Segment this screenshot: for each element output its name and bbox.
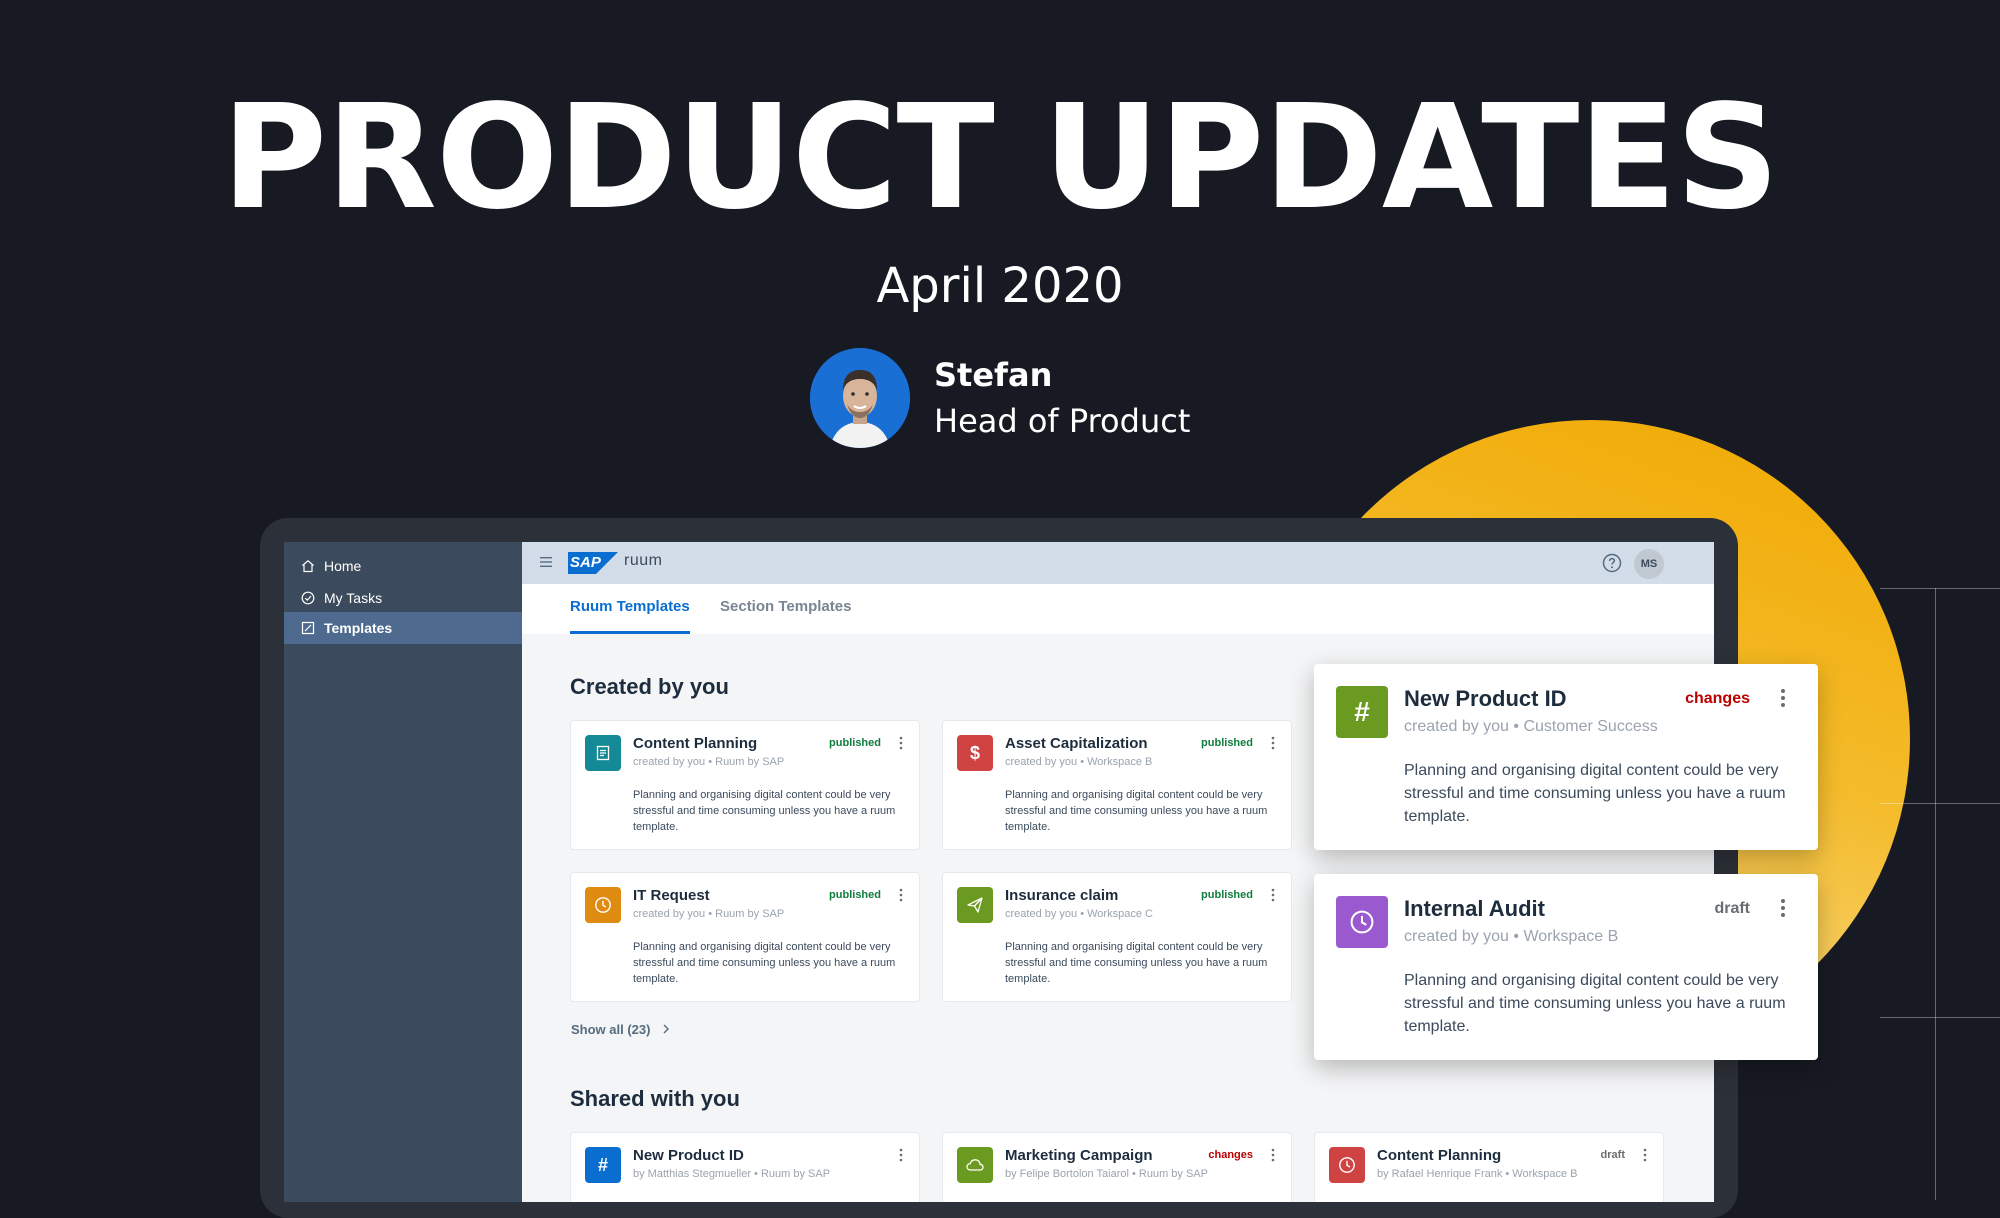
- card-title: Content Planning: [633, 735, 758, 752]
- card-description: Planning and organising digital content …: [1404, 762, 1786, 825]
- status-badge: published: [1201, 889, 1253, 901]
- document-icon: [585, 735, 621, 771]
- clock-icon: [585, 887, 621, 923]
- section-title-shared: Shared with you: [570, 1086, 740, 1111]
- grid-line: [1880, 588, 2000, 589]
- card-description: Planning and organising digital content …: [1005, 941, 1268, 985]
- card-meta: created by you • Ruum by SAP: [633, 756, 785, 768]
- card-meta: by Felipe Bortolon Taiarol • Ruum by SAP: [1005, 1168, 1208, 1180]
- sidebar-item-label: My Tasks: [324, 590, 383, 606]
- sidebar-item-home[interactable]: Home: [284, 550, 522, 582]
- status-badge: published: [1201, 737, 1253, 749]
- grid-line: [1880, 803, 2000, 804]
- help-icon[interactable]: [1602, 553, 1622, 573]
- user-avatar[interactable]: MS: [1634, 549, 1664, 579]
- more-options-icon[interactable]: [1643, 1148, 1647, 1162]
- template-card[interactable]: Insurance claim created by you • Workspa…: [942, 872, 1292, 1002]
- clock-icon: [1329, 1147, 1365, 1183]
- card-title: Content Planning: [1377, 1147, 1502, 1164]
- more-options-icon[interactable]: [899, 736, 903, 750]
- tab-ruum-templates[interactable]: Ruum Templates: [570, 598, 690, 615]
- author-role: Head of Product: [934, 402, 1191, 440]
- hash-icon: #: [1336, 686, 1388, 738]
- card-title: New Product ID: [633, 1147, 744, 1164]
- app-screen: Home My Tasks Templates SAP ruum MS Ruum…: [284, 542, 1714, 1202]
- template-card[interactable]: Content Planning by Rafael Henrique Fran…: [1314, 1132, 1664, 1202]
- sap-logo[interactable]: SAP: [568, 552, 618, 574]
- card-meta: by Matthias Stegmueller • Ruum by SAP: [633, 1168, 831, 1180]
- section-title-created: Created by you: [570, 674, 729, 699]
- status-badge: published: [829, 737, 881, 749]
- grid-line: [1880, 1017, 2000, 1018]
- status-badge: changes: [1208, 1149, 1253, 1161]
- template-card[interactable]: # New Product ID by Matthias Stegmueller…: [570, 1132, 920, 1202]
- card-title: New Product ID: [1404, 686, 1567, 711]
- active-tab-indicator: [570, 631, 690, 634]
- author-block: Stefan Head of Product: [810, 348, 1410, 448]
- more-options-icon[interactable]: [1271, 1148, 1275, 1162]
- card-description: Planning and organising digital content …: [1404, 972, 1786, 1035]
- card-meta: by Rafael Henrique Frank • Workspace B: [1377, 1168, 1578, 1180]
- card-meta: created by you • Customer Success: [1404, 718, 1658, 735]
- tab-section-templates[interactable]: Section Templates: [720, 598, 851, 615]
- clock-icon: [1336, 896, 1388, 948]
- card-title: Internal Audit: [1404, 896, 1545, 921]
- card-title: Marketing Campaign: [1005, 1147, 1153, 1164]
- chevron-right-icon: [663, 1024, 670, 1034]
- template-card[interactable]: $ Asset Capitalization created by you • …: [942, 720, 1292, 850]
- card-title: Insurance claim: [1005, 887, 1119, 904]
- show-all-label: Show all (23): [571, 1022, 651, 1037]
- card-title: IT Request: [633, 887, 710, 904]
- paper-plane-icon: [957, 887, 993, 923]
- template-card[interactable]: Content Planning created by you • Ruum b…: [570, 720, 920, 850]
- hero-title: PRODUCT UPDATES: [221, 73, 1780, 241]
- sidebar: Home My Tasks Templates: [284, 542, 522, 1202]
- featured-template-card[interactable]: # New Product ID created by you • Custom…: [1314, 664, 1818, 850]
- card-description: Planning and organising digital content …: [633, 941, 896, 985]
- featured-template-card[interactable]: Internal Audit created by you • Workspac…: [1314, 874, 1818, 1060]
- sidebar-item-my-tasks[interactable]: My Tasks: [284, 582, 522, 614]
- menu-icon[interactable]: [540, 557, 552, 567]
- show-all-link[interactable]: Show all (23): [571, 1022, 670, 1037]
- more-options-icon[interactable]: [899, 1148, 903, 1162]
- template-icon: [300, 620, 316, 636]
- sap-logo-text: SAP: [570, 554, 601, 571]
- author-name: Stefan: [934, 356, 1053, 394]
- card-meta: created by you • Workspace C: [1005, 908, 1153, 920]
- status-badge: draft: [1600, 1149, 1625, 1161]
- check-circle-icon: [300, 590, 316, 606]
- more-options-icon[interactable]: [1780, 688, 1786, 708]
- status-badge: changes: [1685, 690, 1750, 707]
- card-title: Asset Capitalization: [1005, 735, 1148, 752]
- product-name: ruum: [624, 552, 663, 569]
- card-meta: created by you • Ruum by SAP: [633, 908, 785, 920]
- card-meta: created by you • Workspace B: [1404, 928, 1619, 945]
- hash-icon: #: [585, 1147, 621, 1183]
- tab-bar: Ruum Templates Section Templates: [522, 584, 1714, 634]
- card-meta: created by you • Workspace B: [1005, 756, 1153, 768]
- more-options-icon[interactable]: [899, 888, 903, 902]
- author-avatar: [810, 348, 910, 448]
- app-header: SAP ruum MS: [522, 542, 1714, 584]
- more-options-icon[interactable]: [1271, 888, 1275, 902]
- template-card[interactable]: IT Request created by you • Ruum by SAP …: [570, 872, 920, 1002]
- dollar-icon: $: [957, 735, 993, 771]
- card-description: Planning and organising digital content …: [1005, 789, 1268, 833]
- sidebar-item-label: Home: [324, 558, 362, 574]
- grid-line: [1935, 588, 1936, 1200]
- sidebar-item-label: Templates: [324, 620, 393, 636]
- status-badge: draft: [1714, 900, 1750, 917]
- hero-date: April 2020: [876, 258, 1124, 314]
- more-options-icon[interactable]: [1780, 898, 1786, 918]
- card-description: Planning and organising digital content …: [633, 789, 896, 833]
- template-card[interactable]: Marketing Campaign by Felipe Bortolon Ta…: [942, 1132, 1292, 1202]
- more-options-icon[interactable]: [1271, 736, 1275, 750]
- status-badge: published: [829, 889, 881, 901]
- sidebar-item-templates[interactable]: Templates: [284, 612, 522, 644]
- cloud-icon: [957, 1147, 993, 1183]
- home-icon: [300, 558, 316, 574]
